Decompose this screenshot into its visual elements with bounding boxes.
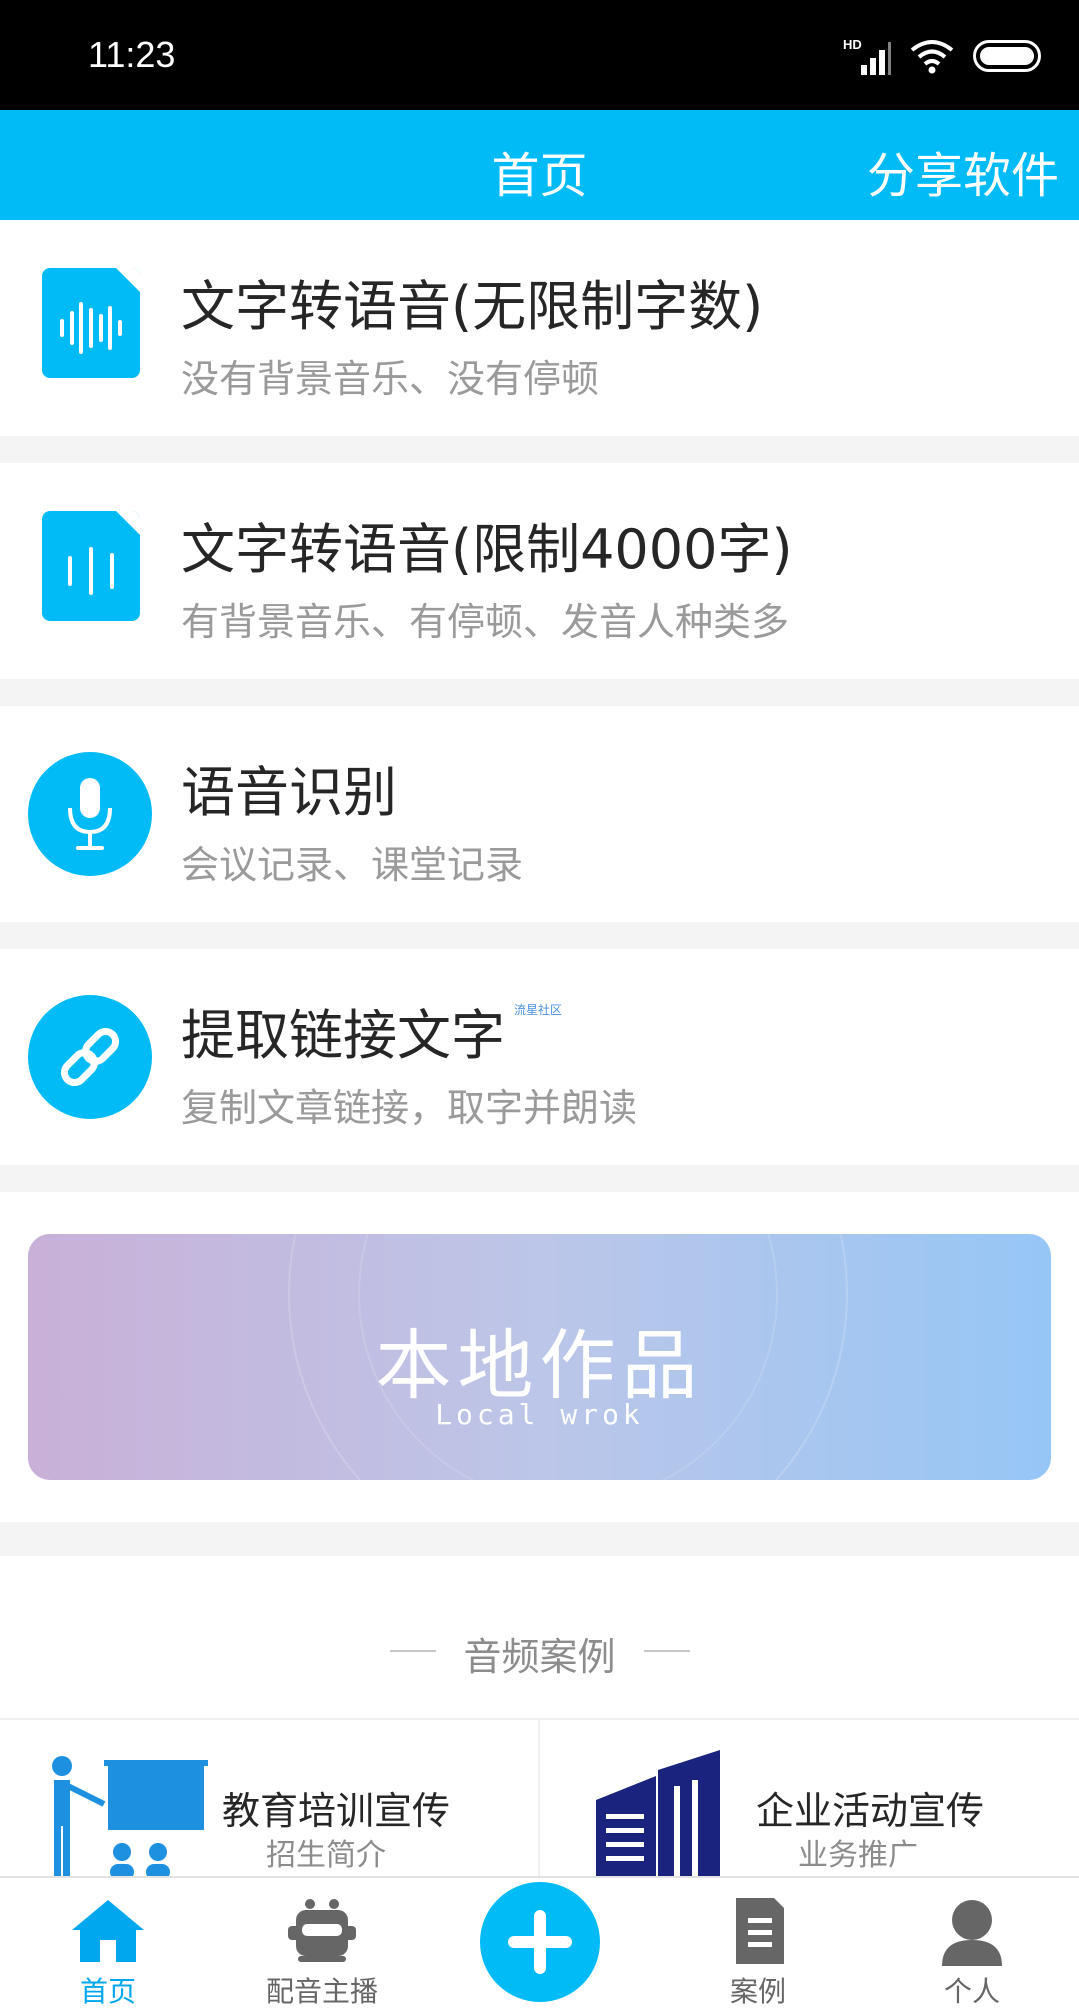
feature-title: 语音识别 <box>181 761 397 824</box>
feature-title: 文字转语音(限制4000字) <box>181 518 793 581</box>
feature-subtitle: 没有背景音乐、没有停顿 <box>181 357 600 401</box>
feature-title: 文字转语音(无限制字数) <box>181 275 764 338</box>
feature-subtitle: 会议记录、课堂记录 <box>181 843 524 887</box>
tab-label: 配音主播 <box>265 1975 378 2008</box>
network-label: HD <box>843 37 862 52</box>
local-works-banner[interactable]: 本地作品 Local wrok <box>28 1234 1051 1480</box>
app-screen: 11:23 HD 首页 分享软件 文字转语音(无限制字数) 没有背景音乐、没有停… <box>0 0 1079 2011</box>
feature-tts-limited[interactable]: 文字转语音(限制4000字) 有背景音乐、有停顿、发音人种类多 <box>0 463 1079 679</box>
signal-icon: HD <box>843 37 891 75</box>
link-icon <box>28 995 152 1119</box>
case-title: 企业活动宣传 <box>756 1789 985 1833</box>
share-app-button[interactable]: 分享软件 <box>867 136 1059 206</box>
status-icons: HD <box>843 36 1041 76</box>
building-icon <box>596 1750 720 1880</box>
feature-subtitle: 有背景音乐、有停顿、发音人种类多 <box>181 600 790 644</box>
section-title: 音频案例 <box>463 1635 616 1679</box>
battery-icon <box>973 40 1041 72</box>
tab-label: 个人 <box>943 1975 1000 2008</box>
wifi-icon <box>910 40 954 74</box>
top-header: 首页 分享软件 <box>0 110 1079 220</box>
section-divider-right <box>644 1650 690 1652</box>
tab-cases[interactable]: 案例 <box>668 1878 848 2011</box>
banner-subtitle: Local wrok <box>435 1398 644 1431</box>
document-icon <box>736 1898 784 1964</box>
create-plus-button[interactable] <box>480 1882 600 2002</box>
audio-file-icon <box>28 509 152 633</box>
feature-speech-recognition[interactable]: 语音识别 会议记录、课堂记录 <box>0 706 1079 922</box>
tab-label: 案例 <box>729 1975 786 2008</box>
person-icon <box>942 1900 1002 1966</box>
robot-icon <box>288 1899 356 1962</box>
status-time: 11:23 <box>88 34 176 75</box>
feature-extract-link-text[interactable]: 提取链接文字 流星社区 复制文章链接，取字并朗读 <box>0 949 1079 1165</box>
case-subtitle: 业务推广 <box>798 1838 918 1873</box>
case-subtitle: 招生简介 <box>266 1838 386 1873</box>
audio-file-icon <box>28 266 152 390</box>
microphone-icon <box>28 752 152 876</box>
tab-home[interactable]: 首页 <box>18 1878 198 2011</box>
case-title: 教育培训宣传 <box>222 1789 451 1833</box>
home-icon <box>72 1900 144 1962</box>
status-bar: 11:23 HD <box>0 0 1079 110</box>
watermark-tag: 流星社区 <box>514 1003 563 1017</box>
feature-title: 提取链接文字 <box>181 1004 505 1067</box>
feature-tts-unlimited[interactable]: 文字转语音(无限制字数) 没有背景音乐、没有停顿 <box>0 220 1079 436</box>
tab-label: 首页 <box>79 1975 136 2008</box>
feature-subtitle: 复制文章链接，取字并朗读 <box>181 1086 638 1130</box>
local-works-section: 本地作品 Local wrok <box>0 1192 1079 1522</box>
tab-profile[interactable]: 个人 <box>882 1878 1062 2011</box>
teacher-icon <box>52 1756 208 1880</box>
tab-voice-anchors[interactable]: 配音主播 <box>232 1878 412 2011</box>
